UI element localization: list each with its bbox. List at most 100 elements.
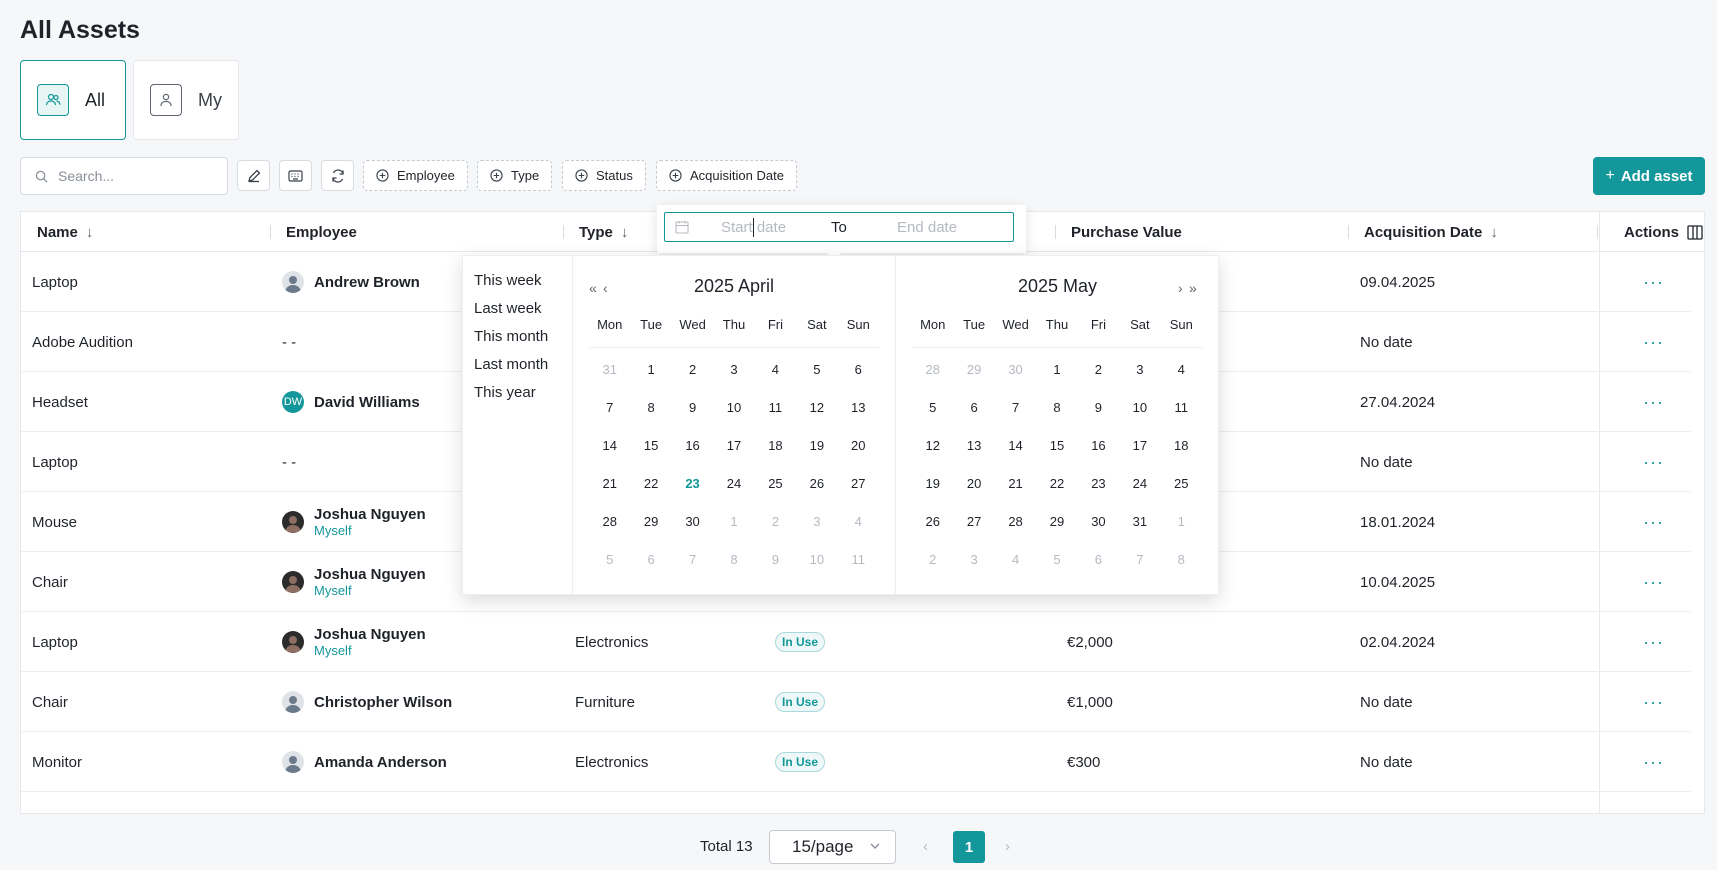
calendar-day[interactable]: 5 — [912, 389, 953, 427]
sort-arrow-icon[interactable]: ↓ — [621, 224, 629, 241]
calendar-day[interactable]: 28 — [995, 503, 1036, 541]
view-tab-my[interactable]: My — [133, 60, 239, 140]
calendar-day[interactable]: 16 — [672, 427, 713, 465]
calendar-day[interactable]: 29 — [630, 503, 671, 541]
calendar-day[interactable]: 30 — [672, 503, 713, 541]
keyboard-button[interactable] — [279, 160, 312, 191]
calendar-day[interactable]: 24 — [1119, 465, 1160, 503]
calendar-day[interactable]: 1 — [713, 503, 754, 541]
calendar-day[interactable]: 14 — [589, 427, 630, 465]
calendar-day[interactable]: 14 — [995, 427, 1036, 465]
calendar-day[interactable]: 4 — [838, 503, 879, 541]
search-box[interactable] — [20, 157, 228, 195]
edit-button[interactable] — [237, 160, 270, 191]
column-header-type[interactable]: Type ↓ — [579, 212, 628, 252]
preset-this-year[interactable]: This year — [463, 378, 572, 406]
next-month-button[interactable]: › — [1178, 280, 1183, 296]
calendar-day[interactable]: 10 — [796, 541, 837, 579]
calendar-day[interactable]: 18 — [1161, 427, 1202, 465]
calendar-day[interactable]: 25 — [1161, 465, 1202, 503]
column-resizer[interactable] — [270, 225, 271, 239]
calendar-day[interactable]: 3 — [796, 503, 837, 541]
calendar-day[interactable]: 4 — [995, 541, 1036, 579]
calendar-day[interactable]: 27 — [838, 465, 879, 503]
calendar-day[interactable]: 22 — [630, 465, 671, 503]
calendar-day[interactable]: 15 — [1036, 427, 1077, 465]
calendar-day[interactable]: 12 — [796, 389, 837, 427]
calendar-day[interactable]: 17 — [713, 427, 754, 465]
table-row[interactable]: Laptop Joshua Nguyen Myself Electronics In U… — [21, 612, 1691, 672]
calendar-day[interactable]: 2 — [755, 503, 796, 541]
ellipsis-icon[interactable]: ··· — [1643, 732, 1664, 792]
calendar-day[interactable]: 8 — [630, 389, 671, 427]
column-header-purchase-value[interactable]: Purchase Value — [1071, 212, 1182, 252]
calendar-day[interactable]: 3 — [1119, 351, 1160, 389]
calendar-day[interactable]: 7 — [589, 389, 630, 427]
calendar-day[interactable]: 26 — [912, 503, 953, 541]
calendar-day[interactable]: 22 — [1036, 465, 1077, 503]
calendar-day[interactable]: 16 — [1078, 427, 1119, 465]
end-date-input[interactable]: End date — [897, 219, 957, 236]
calendar-day[interactable]: 20 — [953, 465, 994, 503]
search-input[interactable] — [58, 168, 218, 184]
ellipsis-icon[interactable]: ··· — [1643, 612, 1664, 672]
calendar-day[interactable]: 8 — [1036, 389, 1077, 427]
calendar-day[interactable]: 1 — [1161, 503, 1202, 541]
preset-this-week[interactable]: This week — [463, 266, 572, 294]
view-tab-all[interactable]: All — [20, 60, 126, 140]
sort-arrow-icon[interactable]: ↓ — [86, 224, 94, 241]
calendar-day[interactable]: 29 — [953, 351, 994, 389]
calendar-day[interactable]: 24 — [713, 465, 754, 503]
calendar-day[interactable]: 12 — [912, 427, 953, 465]
calendar-day[interactable]: 7 — [1119, 541, 1160, 579]
calendar-day[interactable]: 30 — [1078, 503, 1119, 541]
column-header-acquisition-date[interactable]: Acquisition Date ↓ — [1364, 212, 1498, 252]
calendar-day[interactable]: 11 — [755, 389, 796, 427]
sort-arrow-icon[interactable]: ↓ — [1490, 224, 1498, 241]
calendar-day[interactable]: 11 — [1161, 389, 1202, 427]
calendar-day[interactable]: 5 — [1036, 541, 1077, 579]
ellipsis-icon[interactable]: ··· — [1643, 672, 1664, 732]
add-asset-button[interactable]: + Add asset — [1593, 157, 1705, 195]
calendar-day[interactable]: 29 — [1036, 503, 1077, 541]
calendar-day[interactable]: 18 — [755, 427, 796, 465]
column-resizer[interactable] — [1348, 225, 1349, 239]
calendar-day[interactable]: 8 — [1161, 541, 1202, 579]
column-resizer[interactable] — [1055, 225, 1056, 239]
ellipsis-icon[interactable]: ··· — [1643, 312, 1664, 372]
calendar-day[interactable]: 1 — [1036, 351, 1077, 389]
calendar-day[interactable]: 21 — [995, 465, 1036, 503]
calendar-day[interactable]: 5 — [796, 351, 837, 389]
calendar-day[interactable]: 21 — [589, 465, 630, 503]
calendar-day[interactable]: 6 — [630, 541, 671, 579]
calendar-day[interactable]: 26 — [796, 465, 837, 503]
filter-type-button[interactable]: Type — [477, 160, 553, 191]
calendar-day[interactable]: 31 — [589, 351, 630, 389]
calendar-day[interactable]: 13 — [838, 389, 879, 427]
calendar-day[interactable]: 30 — [995, 351, 1036, 389]
calendar-day[interactable]: 20 — [838, 427, 879, 465]
calendar-day[interactable]: 28 — [589, 503, 630, 541]
preset-last-week[interactable]: Last week — [463, 294, 572, 322]
refresh-button[interactable] — [321, 160, 354, 191]
next-page-button[interactable]: › — [1005, 838, 1010, 855]
calendar-day[interactable]: 17 — [1119, 427, 1160, 465]
calendar-day[interactable]: 8 — [713, 541, 754, 579]
ellipsis-icon[interactable]: ··· — [1643, 252, 1664, 312]
calendar-day[interactable]: 23 — [1078, 465, 1119, 503]
column-header-employee[interactable]: Employee — [286, 212, 357, 252]
calendar-day[interactable]: 9 — [1078, 389, 1119, 427]
calendar-day[interactable]: 15 — [630, 427, 671, 465]
calendar-day[interactable]: 2 — [1078, 351, 1119, 389]
calendar-day[interactable]: 9 — [755, 541, 796, 579]
calendar-day[interactable]: 10 — [713, 389, 754, 427]
date-range-input[interactable]: Start date To End date — [664, 212, 1014, 242]
calendar-day[interactable]: 27 — [953, 503, 994, 541]
calendar-day[interactable]: 3 — [953, 541, 994, 579]
calendar-day[interactable]: 4 — [1161, 351, 1202, 389]
calendar-day[interactable]: 10 — [1119, 389, 1160, 427]
calendar-day[interactable]: 11 — [838, 541, 879, 579]
calendar-day[interactable]: 31 — [1119, 503, 1160, 541]
ellipsis-icon[interactable]: ··· — [1643, 372, 1664, 432]
calendar-day[interactable]: 7 — [672, 541, 713, 579]
